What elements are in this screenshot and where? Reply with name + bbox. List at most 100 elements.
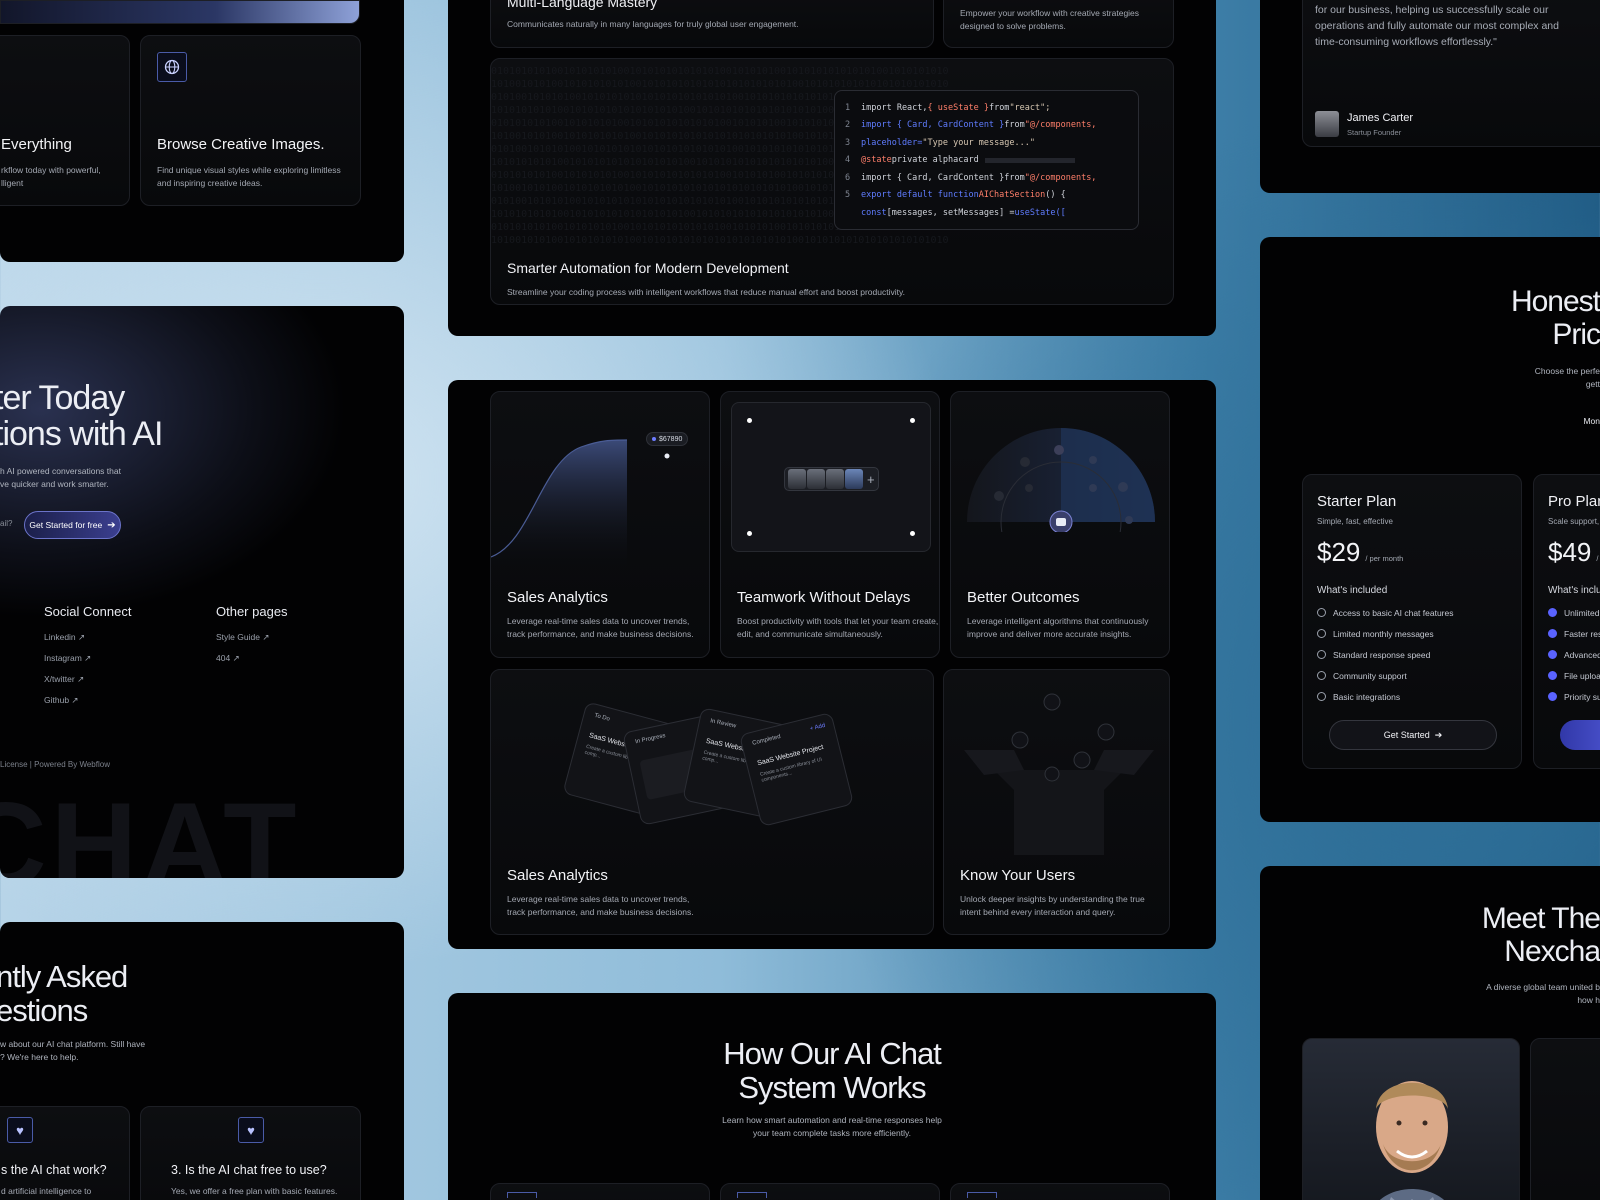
- social-link-linkedin[interactable]: Linkedin ↗: [44, 632, 85, 643]
- get-started-button[interactable]: Get Started ➔: [1329, 720, 1497, 750]
- code-line: 2 import { Card, CardContent } from "@/c…: [845, 120, 1097, 131]
- check-icon: [1317, 671, 1326, 680]
- social-heading: Social Connect: [44, 604, 132, 619]
- code-line: 6 import { Card, CardContent } from "@/c…: [845, 172, 1097, 183]
- heart-icon: ♥: [7, 1117, 33, 1143]
- plan-tagline: Scale support,: [1548, 517, 1600, 526]
- faq-card-q2[interactable]: ♥ 3. Is the AI chat free to use? Yes, we…: [140, 1106, 361, 1200]
- plus-icon[interactable]: +: [867, 472, 875, 487]
- plan-tagline: Simple, fast, effective: [1317, 517, 1393, 526]
- card-desc: Leverage intelligent algorithms that con…: [967, 616, 1149, 639]
- avatar: [826, 469, 844, 489]
- feature-item: Limited monthly messages: [1317, 623, 1453, 644]
- testimonial-quote: for our business, helping us successfull…: [1315, 4, 1559, 48]
- feature-card-everything: Everything rkflow today with powerful, ll…: [0, 35, 130, 206]
- card-title: Teamwork Without Delays: [737, 589, 911, 606]
- pricing-card-starter: Starter Plan Simple, fast, effective $29…: [1302, 474, 1522, 769]
- pricing-title: Honest Pric: [1510, 285, 1600, 351]
- feature-item: Standard response speed: [1317, 644, 1453, 665]
- card-desc: Leverage real-time sales data to uncover…: [507, 894, 694, 917]
- faq-q2-desc: Yes, we offer a free plan with basic fea…: [171, 1186, 338, 1196]
- team-desc: A diverse global team united b how h: [1486, 982, 1600, 1005]
- feature-item: Basic integrations: [1317, 686, 1453, 707]
- left-cta-panel: ter Today tions with AI h AI powered con…: [0, 306, 404, 878]
- box-graphic: [964, 693, 1154, 855]
- team-title: Meet The Nexcha: [1481, 902, 1600, 968]
- card-desc: Leverage real-time sales data to uncover…: [507, 616, 694, 639]
- card-sales-analytics: $67890 Sales Analytics Leverage real-tim…: [490, 391, 710, 658]
- arrow-up-right-icon: ↗: [84, 653, 92, 663]
- email-input[interactable]: ail?: [0, 519, 12, 528]
- faq-q1-title: s the AI chat work?: [1, 1163, 107, 1177]
- arrow-up-right-icon: ↗: [78, 632, 86, 642]
- pro-cta-button[interactable]: [1560, 720, 1600, 750]
- arrow-up-right-icon: ↗: [232, 653, 240, 663]
- testimonial-card: for our business, helping us successfull…: [1302, 0, 1600, 147]
- feature-item: Priority sup: [1548, 686, 1600, 707]
- check-icon: [1317, 629, 1326, 638]
- pricing-desc: Choose the perfe gett: [1534, 366, 1600, 389]
- heart-icon: ♥: [238, 1117, 264, 1143]
- arrow-right-icon: ➔: [1434, 729, 1443, 740]
- card-desc: Boost productivity with tools that let y…: [737, 616, 939, 639]
- check-icon: [1548, 692, 1557, 701]
- feature-item: Faster resp: [1548, 623, 1600, 644]
- right-pricing-panel: Honest Pric Choose the perfe gett Mon St…: [1260, 237, 1600, 822]
- avatar: [845, 469, 863, 489]
- card-desc: rkflow today with powerful, lligent: [1, 165, 101, 188]
- code-line: 1 import React, { useState } from "react"…: [845, 102, 1051, 113]
- card-desc: Empower your workflow with creative stra…: [960, 8, 1140, 31]
- check-icon: [1317, 692, 1326, 701]
- pricing-card-pro: Pro Plan Scale support, $49 / What's inc…: [1533, 474, 1600, 769]
- feature-item: Advanced: [1548, 644, 1600, 665]
- card-better-outcomes: Better Outcomes Leverage intelligent alg…: [950, 391, 1170, 658]
- step-card: [950, 1183, 1170, 1200]
- feature-list: Access to basic AI chat features Limited…: [1317, 602, 1453, 707]
- page-link-style-guide[interactable]: Style Guide ↗: [216, 632, 269, 643]
- feature-card-browse-images: Browse Creative Images. Find unique visu…: [140, 35, 361, 206]
- card-title: Sales Analytics: [507, 589, 608, 606]
- code-editor: 1 import React, { useState } from "react"…: [834, 90, 1139, 230]
- social-link-twitter[interactable]: X/twitter ↗: [44, 674, 84, 685]
- avatar: [807, 469, 825, 489]
- radar-graphic: [967, 428, 1155, 532]
- image-strip: [0, 0, 360, 24]
- faq-card-q1[interactable]: ♥ s the AI chat work? d artificial intel…: [0, 1106, 130, 1200]
- page-link-404[interactable]: 404 ↗: [216, 653, 240, 664]
- faq-desc: w about our AI chat platform. Still have…: [0, 1039, 146, 1062]
- arrow-right-icon: ➔: [107, 519, 116, 531]
- social-link-instagram[interactable]: Instagram ↗: [44, 653, 91, 664]
- button-label: Get Started for free: [29, 520, 103, 530]
- faq-q1-desc: d artificial intelligence to: [1, 1186, 92, 1196]
- step-card: [720, 1183, 940, 1200]
- card-know-your-users: Know Your Users Unlock deeper insights b…: [943, 669, 1170, 935]
- left-faq-panel: ntly Asked estions w about our AI chat p…: [0, 922, 404, 1200]
- card-title: Better Outcomes: [967, 589, 1080, 606]
- cta-desc: h AI powered conversations that ve quicke…: [0, 466, 121, 489]
- feature-item: Community support: [1317, 665, 1453, 686]
- code-line: const [messages, setMessages] = useState…: [861, 207, 1066, 218]
- card-desc: Streamline your coding process with inte…: [507, 287, 905, 297]
- feature-item: Unlimited A: [1548, 602, 1600, 623]
- faq-title: ntly Asked estions: [0, 959, 128, 1028]
- team-frame: +: [731, 402, 931, 552]
- billing-toggle-monthly[interactable]: Mon: [1583, 416, 1600, 426]
- other-pages-heading: Other pages: [216, 604, 288, 619]
- feature-list: Unlimited A Faster resp Advanced File up…: [1548, 602, 1600, 707]
- plan-price: $29 / per month: [1317, 537, 1404, 567]
- card-title: Smarter Automation for Modern Developmen…: [507, 260, 789, 276]
- get-started-button[interactable]: Get Started for free ➔: [24, 511, 121, 539]
- plan-name: Starter Plan: [1317, 493, 1397, 510]
- social-link-github[interactable]: Github ↗: [44, 695, 79, 706]
- included-heading: What's included: [1317, 585, 1388, 596]
- author-name: James Carter: [1347, 112, 1414, 124]
- center-how-it-works-panel: How Our AI Chat System Works Learn how s…: [448, 993, 1216, 1200]
- check-icon: [1548, 650, 1557, 659]
- card-desc: Communicates naturally in many languages…: [507, 19, 799, 29]
- arrow-up-right-icon: ↗: [77, 674, 85, 684]
- check-icon: [1317, 650, 1326, 659]
- code-line: 5 export default function AIChatSection()…: [845, 190, 1066, 201]
- chart-point: [664, 453, 670, 459]
- faq-q2-title: 3. Is the AI chat free to use?: [171, 1163, 327, 1177]
- card-title: Know Your Users: [960, 867, 1076, 884]
